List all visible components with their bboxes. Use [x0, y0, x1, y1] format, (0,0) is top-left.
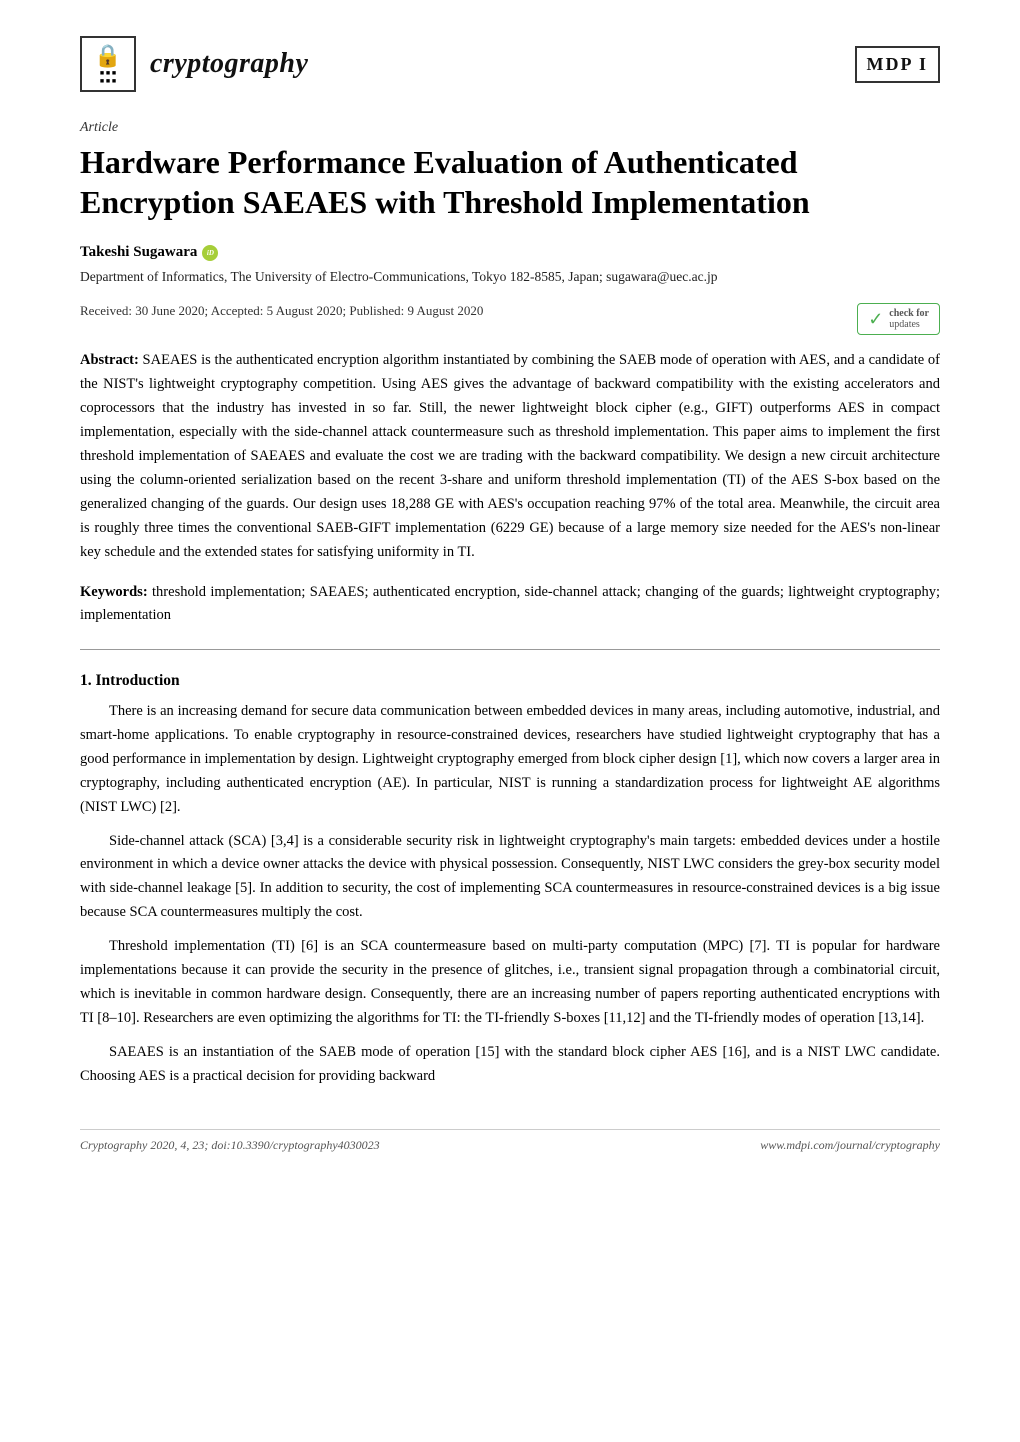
dates-text: Received: 30 June 2020; Accepted: 5 Augu…: [80, 303, 483, 319]
dates-row: Received: 30 June 2020; Accepted: 5 Augu…: [80, 303, 940, 335]
section1-para1: There is an increasing demand for secure…: [80, 700, 940, 820]
keywords-text: threshold implementation; SAEAES; authen…: [80, 584, 940, 623]
header-left: 🔒 ■ ■ ■ ■ ■ ■ cryptography: [80, 36, 308, 92]
footer-left: Cryptography 2020, 4, 23; doi:10.3390/cr…: [80, 1138, 380, 1153]
section1-heading: 1. Introduction: [80, 672, 940, 690]
article-title: Hardware Performance Evaluation of Authe…: [80, 142, 940, 222]
footer-right: www.mdpi.com/journal/cryptography: [760, 1138, 940, 1153]
affiliation: Department of Informatics, The Universit…: [80, 267, 940, 287]
journal-logo-inner: 🔒 ■ ■ ■ ■ ■ ■: [94, 43, 121, 86]
check-updates-icon: ✓: [868, 309, 883, 330]
section1-para2: Side-channel attack (SCA) [3,4] is a con…: [80, 830, 940, 926]
section1-para4: SAEAES is an instantiation of the SAEB m…: [80, 1041, 940, 1089]
check-updates-line2: updates: [889, 319, 929, 330]
abstract-text: SAEAES is the authenticated encryption a…: [80, 352, 940, 559]
author-line: Takeshi Sugawara: [80, 244, 940, 261]
author-name: Takeshi Sugawara: [80, 244, 197, 261]
article-type: Article: [80, 120, 940, 136]
journal-name: cryptography: [150, 48, 308, 80]
check-updates-badge: ✓ check for updates: [857, 303, 940, 335]
orcid-icon: [202, 245, 218, 261]
header: 🔒 ■ ■ ■ ■ ■ ■ cryptography MDP I: [80, 36, 940, 92]
keywords-label: Keywords:: [80, 584, 148, 600]
journal-logo-box: 🔒 ■ ■ ■ ■ ■ ■: [80, 36, 136, 92]
mdpi-logo: MDP I: [855, 46, 941, 83]
check-updates-text: check for updates: [889, 308, 929, 330]
keywords-section: Keywords: threshold implementation; SAEA…: [80, 581, 940, 627]
abstract-section: Abstract: SAEAES is the authenticated en…: [80, 349, 940, 564]
logo-text: ■ ■ ■ ■ ■ ■: [94, 70, 121, 85]
page: 🔒 ■ ■ ■ ■ ■ ■ cryptography MDP I Article…: [0, 0, 1020, 1442]
abstract-label: Abstract:: [80, 352, 139, 368]
section1-para3: Threshold implementation (TI) [6] is an …: [80, 935, 940, 1031]
section-divider: [80, 649, 940, 650]
footer: Cryptography 2020, 4, 23; doi:10.3390/cr…: [80, 1129, 940, 1153]
check-updates-line1: check for: [889, 308, 929, 319]
lock-icon: 🔒: [94, 43, 121, 69]
